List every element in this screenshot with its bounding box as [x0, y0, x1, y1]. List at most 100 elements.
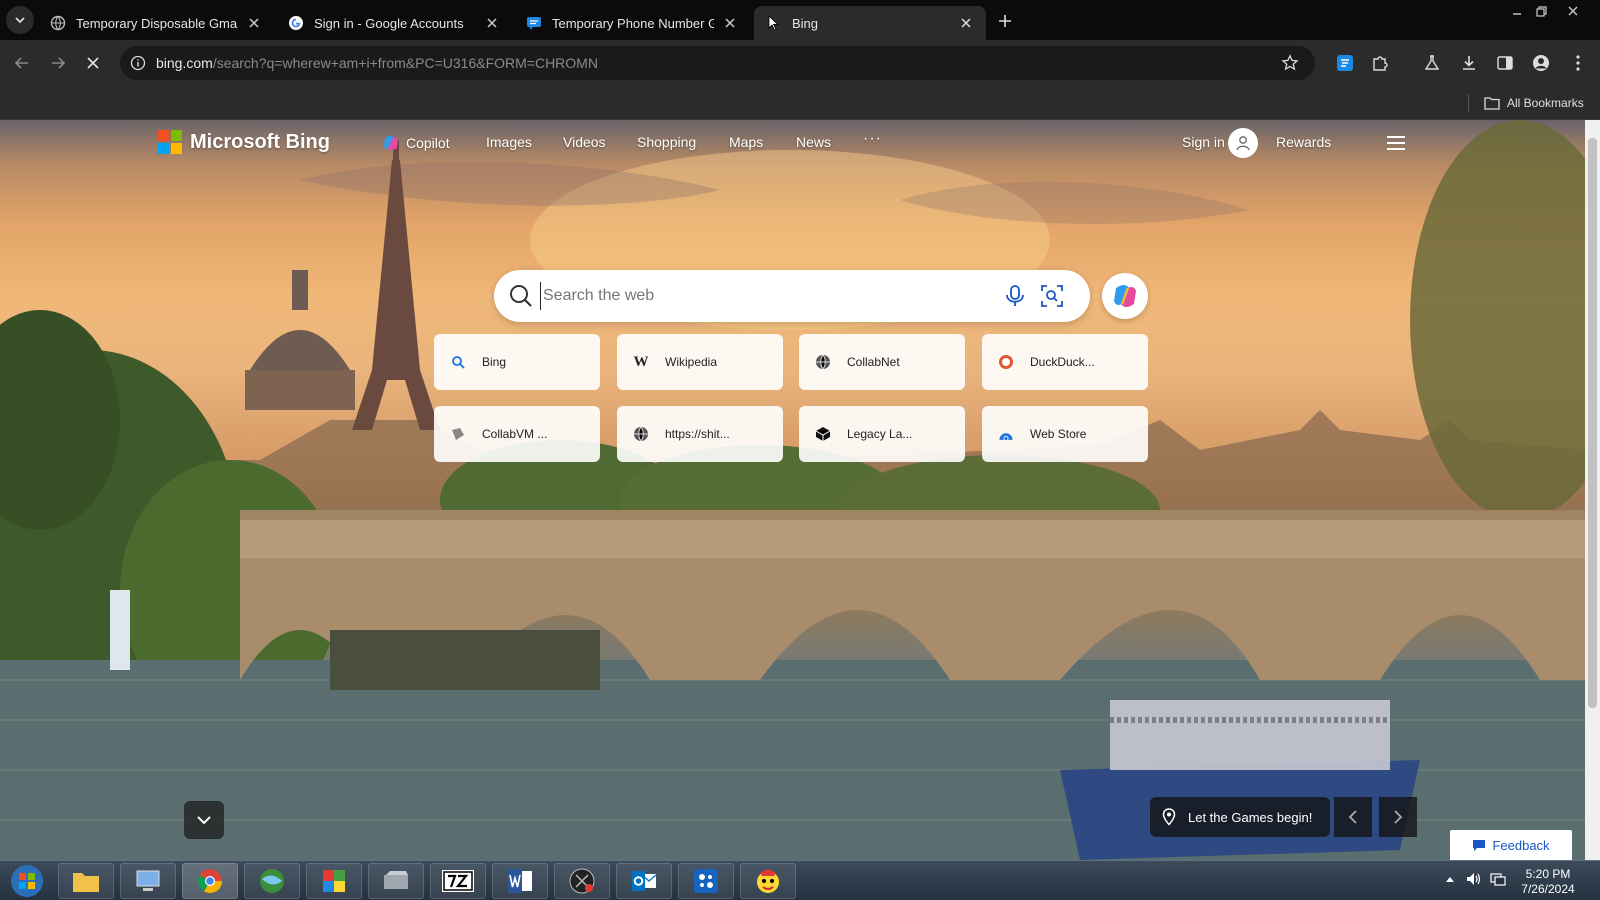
quick-link-label: CollabNet [847, 355, 900, 369]
minimize-button[interactable] [1508, 4, 1526, 18]
taskbar-globe-browser[interactable] [244, 863, 300, 899]
quick-link-wikipedia[interactable]: W Wikipedia [617, 334, 783, 390]
character-app-icon [757, 869, 779, 893]
sign-in-link[interactable]: Sign in [1182, 134, 1225, 150]
taskbar-word[interactable] [492, 863, 548, 899]
colorful-app-icon [323, 870, 345, 892]
taskbar-media-player[interactable] [554, 863, 610, 899]
quick-link-label: Legacy La... [847, 427, 913, 441]
show-hidden-icons-button[interactable] [1442, 871, 1458, 887]
extensions-button[interactable] [1368, 51, 1392, 75]
quick-link-label: Bing [482, 355, 507, 369]
restore-button[interactable] [1532, 4, 1550, 18]
translate-extension-icon [1337, 55, 1353, 71]
close-window-button[interactable] [1564, 4, 1582, 18]
scroll-down-button[interactable] [184, 801, 224, 839]
archive-tool-icon [384, 871, 408, 889]
flask-icon [1424, 55, 1440, 70]
rewards-link[interactable]: Rewards [1276, 134, 1331, 150]
image-caption[interactable]: Let the Games begin! [1150, 797, 1330, 837]
search-icon [510, 285, 532, 307]
tab-google-signin[interactable]: Sign in - Google Accounts [276, 6, 512, 40]
next-image-button[interactable] [1379, 797, 1417, 837]
visual-search-icon[interactable] [1040, 284, 1064, 308]
nav-copilot-label: Copilot [406, 135, 450, 151]
nav-images[interactable]: Images [486, 134, 532, 150]
nav-maps-label: Maps [729, 134, 764, 150]
quick-link-legacy[interactable]: Legacy La... [799, 406, 965, 462]
bookmark-star-icon[interactable] [1279, 52, 1301, 74]
tab-temp-gmail[interactable]: Temporary Disposable Gmail | T [38, 6, 274, 40]
blue-app-icon [694, 869, 718, 893]
microphone-icon[interactable] [1004, 284, 1026, 308]
extension-button[interactable] [1333, 51, 1357, 75]
tab-temp-phone[interactable]: Temporary Phone Number Gen [514, 6, 750, 40]
quick-link-bing[interactable]: Bing [434, 334, 600, 390]
close-tab-icon[interactable] [722, 15, 738, 31]
close-tab-icon[interactable] [246, 15, 262, 31]
forward-button[interactable] [46, 51, 70, 75]
profile-button[interactable] [1529, 51, 1553, 75]
taskbar-archive-tool[interactable] [368, 863, 424, 899]
image-caption-text: Let the Games begin! [1188, 809, 1313, 825]
start-button[interactable] [4, 862, 50, 900]
nav-shopping[interactable]: Shopping [637, 134, 696, 150]
site-info-icon[interactable] [126, 51, 150, 75]
menu-button[interactable] [1566, 51, 1590, 75]
chat-bubble-icon [527, 17, 541, 30]
quick-link-collabnet[interactable]: CollabNet [799, 334, 965, 390]
back-button[interactable] [10, 51, 34, 75]
avatar[interactable] [1228, 128, 1258, 158]
close-tab-icon[interactable] [958, 15, 974, 31]
search-input[interactable] [540, 282, 960, 310]
taskbar-explorer[interactable] [58, 863, 114, 899]
taskbar-outlook[interactable] [616, 863, 672, 899]
downloads-button[interactable] [1457, 51, 1481, 75]
taskbar-computer[interactable] [120, 863, 176, 899]
nav-more[interactable]: ··· [863, 130, 882, 148]
puzzle-icon [1373, 56, 1388, 71]
close-tab-icon[interactable] [484, 15, 500, 31]
nav-news[interactable]: News [796, 134, 831, 150]
nav-videos[interactable]: Videos [563, 134, 606, 150]
quick-link-webstore[interactable]: Web Store [982, 406, 1148, 462]
taskbar-blue-app[interactable] [678, 863, 734, 899]
quick-link-shit[interactable]: https://shit... [617, 406, 783, 462]
url-path: /search?q=wherew+am+i+from&PC=U316&FORM=… [212, 55, 598, 71]
tab-bing[interactable]: Bing [754, 6, 986, 40]
page-scrollbar[interactable] [1585, 120, 1600, 860]
quick-link-label: Wikipedia [665, 355, 718, 369]
nav-copilot[interactable]: Copilot [382, 134, 450, 152]
address-bar[interactable]: bing.com/search?q=wherew+am+i+from&PC=U3… [120, 46, 1315, 80]
labs-button[interactable] [1420, 51, 1444, 75]
all-bookmarks-button[interactable]: All Bookmarks [1484, 92, 1584, 114]
duckduckgo-icon [998, 354, 1014, 370]
previous-image-button[interactable] [1334, 797, 1372, 837]
tab-search-button[interactable] [6, 6, 34, 34]
taskbar-chrome[interactable] [182, 863, 238, 899]
side-panel-button[interactable] [1493, 51, 1517, 75]
network-icon[interactable] [1490, 871, 1506, 887]
scrollbar-thumb[interactable] [1588, 138, 1597, 708]
nav-maps[interactable]: Maps [729, 134, 763, 150]
bing-logo[interactable]: Microsoft Bing [158, 130, 330, 154]
taskbar-7zip[interactable] [430, 863, 486, 899]
feedback-button[interactable]: Feedback [1450, 830, 1572, 860]
copilot-button[interactable] [1102, 273, 1148, 319]
chevron-right-icon [1394, 810, 1403, 824]
7zip-icon [442, 870, 474, 892]
taskbar-colorful-app[interactable] [306, 863, 362, 899]
volume-icon[interactable] [1466, 871, 1482, 887]
quick-link-duckduckgo[interactable]: DuckDuck... [982, 334, 1148, 390]
system-clock[interactable]: 5:20 PM 7/26/2024 [1520, 867, 1576, 897]
new-tab-button[interactable] [993, 9, 1017, 33]
url-text[interactable]: bing.com/search?q=wherew+am+i+from&PC=U3… [156, 55, 598, 71]
feedback-icon [1473, 839, 1486, 851]
microsoft-logo-icon [158, 130, 182, 154]
globe-icon [633, 426, 649, 442]
hamburger-menu-icon[interactable] [1385, 133, 1407, 153]
stop-loading-button[interactable] [81, 51, 105, 75]
taskbar-character-app[interactable] [740, 863, 796, 899]
quick-link-collabvm[interactable]: CollabVM ... [434, 406, 600, 462]
url-host: bing.com [156, 55, 213, 71]
